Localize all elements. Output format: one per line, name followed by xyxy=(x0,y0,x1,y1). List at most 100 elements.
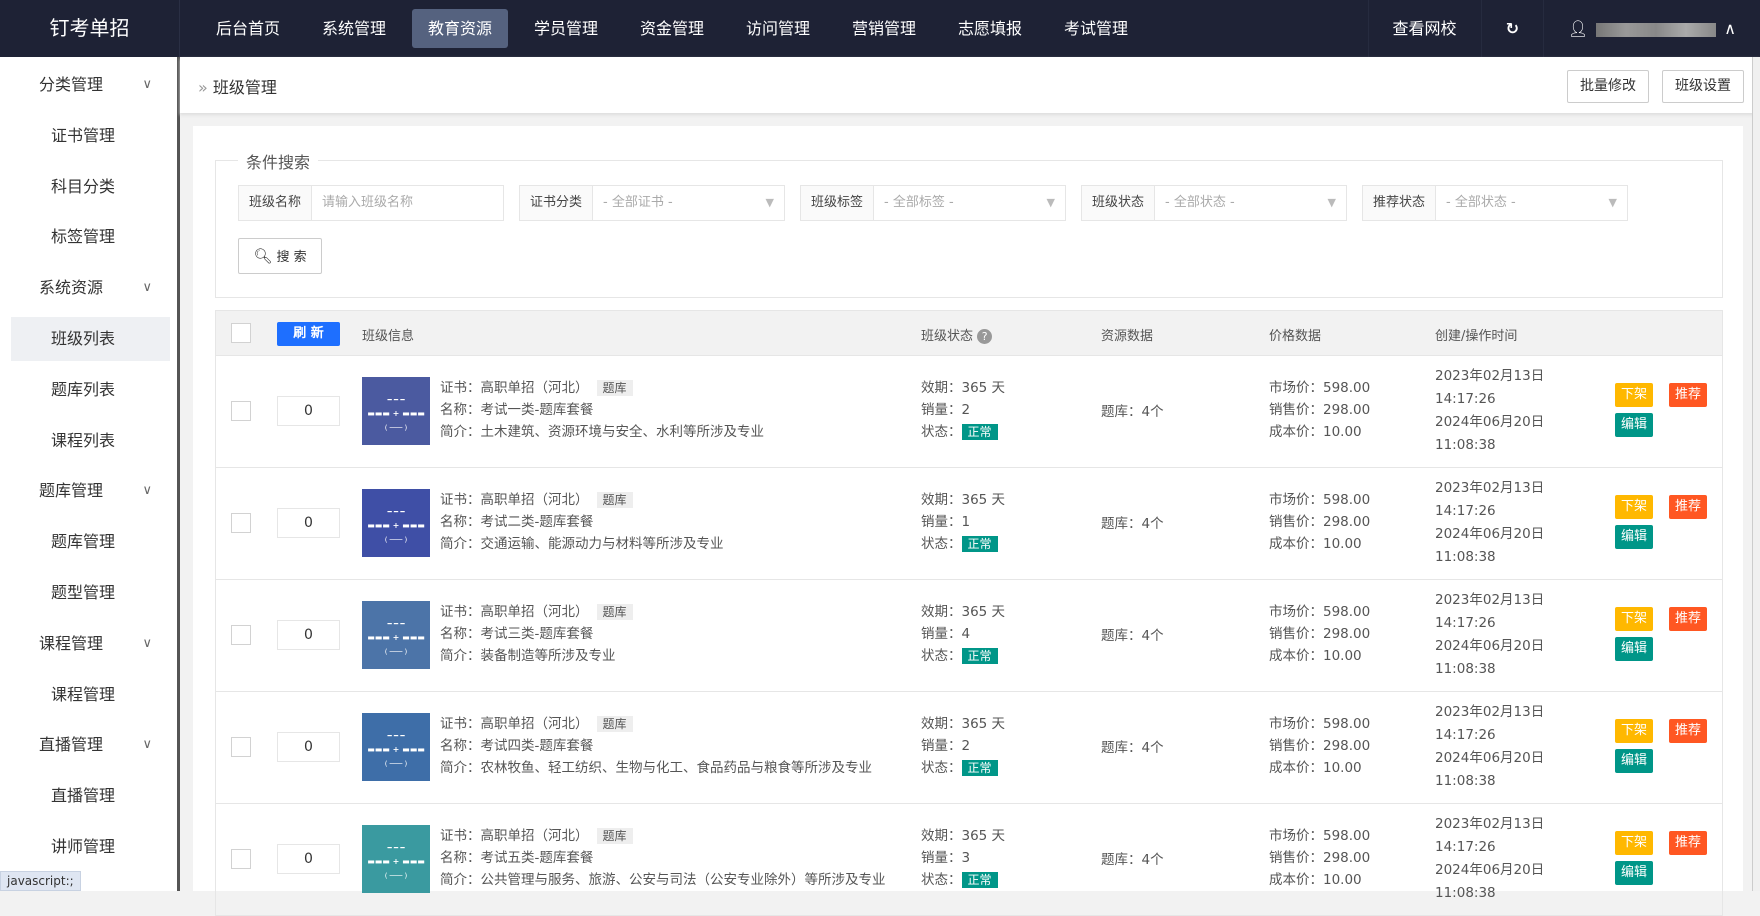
user-menu[interactable]: 👤︎ ∧ xyxy=(1542,0,1760,57)
class-table: 刷 新 班级信息 班级状态 ? 资源数据 价格数据 创建/操作时间 0 ━ ━ … xyxy=(215,310,1723,916)
sidebar-item[interactable]: 科目分类 xyxy=(11,165,170,209)
select-value[interactable]: - 全部状态 - xyxy=(1155,186,1346,220)
sidebar-item[interactable]: 系统资源 ∨ xyxy=(11,266,170,310)
class-intro: 简介：公共管理与服务、旅游、公安与司法（公安专业除外）等所涉及专业 xyxy=(440,872,886,888)
class-name: 名称：考试五类-题库套餐 xyxy=(440,850,594,866)
edit-button[interactable]: 编辑 xyxy=(1615,749,1653,773)
edit-button[interactable]: 编辑 xyxy=(1615,413,1653,437)
content-card: 条件搜索 班级名称 请输入班级名称 证书分类 - 全部证书 - ▼ 班级标签 - 全部标签 … xyxy=(193,126,1743,916)
sort-input[interactable]: 0 xyxy=(277,508,340,538)
resource-count: 题库：4个 xyxy=(1101,516,1164,532)
filter-select[interactable]: 班级标签 - 全部标签 - ▼ xyxy=(800,185,1066,221)
refresh-icon[interactable]: ↻ xyxy=(1480,0,1543,57)
validity: 效期：365 天 xyxy=(921,716,1006,732)
sidebar-item[interactable]: 课程管理 xyxy=(11,673,170,717)
row-checkbox[interactable] xyxy=(231,625,251,645)
row-checkbox[interactable] xyxy=(231,737,251,757)
offshelf-button[interactable]: 下架 xyxy=(1615,607,1653,631)
batch-edit-button[interactable]: 批量修改 xyxy=(1567,70,1649,103)
sidebar-item[interactable]: 分类管理 ∨ xyxy=(11,63,170,107)
sort-input[interactable]: 0 xyxy=(277,732,340,762)
dropdown-arrow-icon: ▼ xyxy=(1046,196,1055,209)
search-button[interactable]: 🔍︎ 搜 索 xyxy=(238,238,322,274)
sidebar-item[interactable]: 题库列表 xyxy=(11,368,170,412)
sidebar-item[interactable]: 直播管理 xyxy=(11,774,170,818)
sales: 销量：3 xyxy=(921,850,971,866)
updated-time: 11:08:38 xyxy=(1435,661,1496,677)
sidebar-item[interactable]: 题库管理 ∨ xyxy=(11,469,170,513)
updated-time: 11:08:38 xyxy=(1435,885,1496,901)
sort-input[interactable]: 0 xyxy=(277,620,340,650)
offshelf-button[interactable]: 下架 xyxy=(1615,831,1653,855)
edit-button[interactable]: 编辑 xyxy=(1615,861,1653,885)
created-time: 14:17:26 xyxy=(1435,503,1496,519)
offshelf-button[interactable]: 下架 xyxy=(1615,719,1653,743)
logo[interactable]: 钉考单招 xyxy=(0,0,180,57)
nav-item[interactable]: 学员管理 xyxy=(518,9,614,48)
nav-item[interactable]: 志愿填报 xyxy=(942,9,1038,48)
select-value[interactable]: - 全部状态 - xyxy=(1436,186,1627,220)
cost-price: 成本价：10.00 xyxy=(1269,536,1362,552)
validity: 效期：365 天 xyxy=(921,828,1006,844)
row-checkbox[interactable] xyxy=(231,513,251,533)
page-scrollbar[interactable] xyxy=(1752,57,1760,891)
nav-item[interactable]: 后台首页 xyxy=(200,9,296,48)
sidebar-item[interactable]: 课程管理 ∨ xyxy=(11,622,170,666)
sidebar-item[interactable]: 题库管理 xyxy=(11,520,170,564)
header-resource: 资源数据 xyxy=(1101,329,1154,344)
refresh-button[interactable]: 刷 新 xyxy=(277,322,340,346)
search-panel: 条件搜索 班级名称 请输入班级名称 证书分类 - 全部证书 - ▼ 班级标签 - 全部标签 … xyxy=(215,149,1723,298)
filter-select[interactable]: 推荐状态 - 全部状态 - ▼ xyxy=(1362,185,1628,221)
recommend-button[interactable]: 推荐 xyxy=(1669,495,1707,519)
nav-item[interactable]: 访问管理 xyxy=(730,9,826,48)
nav-item[interactable]: 系统管理 xyxy=(306,9,402,48)
type-tag: 题库 xyxy=(596,828,633,844)
nav-item[interactable]: 营销管理 xyxy=(836,9,932,48)
created-time: 14:17:26 xyxy=(1435,727,1496,743)
sidebar-item[interactable]: 班级列表 xyxy=(11,317,170,361)
nav-item[interactable]: 资金管理 xyxy=(624,9,720,48)
row-checkbox[interactable] xyxy=(231,401,251,421)
class-settings-button[interactable]: 班级设置 xyxy=(1662,70,1744,103)
offshelf-button[interactable]: 下架 xyxy=(1615,383,1653,407)
recommend-button[interactable]: 推荐 xyxy=(1669,607,1707,631)
chevron-down-icon: ∨ xyxy=(142,280,152,296)
filter-select[interactable]: 班级状态 - 全部状态 - ▼ xyxy=(1081,185,1347,221)
filter-select[interactable]: 证书分类 - 全部证书 - ▼ xyxy=(519,185,785,221)
sidebar-item[interactable]: 证书管理 xyxy=(11,114,170,158)
table-row: 0 ━ ━ ━ ▬▬▬ + ▬▬▬( ─── ) 证书：高职单招（河北） 题库 名称：… xyxy=(215,692,1723,804)
created-date: 2023年02月13日 xyxy=(1435,368,1545,384)
select-value[interactable]: - 全部标签 - xyxy=(874,186,1065,220)
updated-date: 2024年06月20日 xyxy=(1435,414,1545,430)
edit-button[interactable]: 编辑 xyxy=(1615,525,1653,549)
select-all-checkbox[interactable] xyxy=(231,323,251,343)
view-site-link[interactable]: 查看网校 xyxy=(1367,0,1481,57)
nav-item[interactable]: 考试管理 xyxy=(1048,9,1144,48)
main-nav: 后台首页 系统管理 教育资源 学员管理 资金管理 访问管理 营销管理 志愿填报 考试管理 xyxy=(200,9,1154,48)
row-checkbox[interactable] xyxy=(231,849,251,869)
header-status: 班级状态 xyxy=(921,329,974,344)
dropdown-arrow-icon: ▼ xyxy=(1608,196,1617,209)
sidebar-item[interactable]: 题型管理 xyxy=(11,571,170,615)
sidebar-item[interactable]: 标签管理 xyxy=(11,215,170,259)
class-name-input[interactable]: 班级名称 请输入班级名称 xyxy=(238,185,504,221)
recommend-button[interactable]: 推荐 xyxy=(1669,383,1707,407)
type-tag: 题库 xyxy=(596,604,633,620)
sort-input[interactable]: 0 xyxy=(277,844,340,874)
select-value[interactable]: - 全部证书 - xyxy=(593,186,784,220)
class-name: 名称：考试二类-题库套餐 xyxy=(440,514,594,530)
sidebar: 分类管理 ∨ 证书管理 科目分类 标签管理 系统资源 ∨ 班级列表 题库列表 课程列表 题库管理 ∨ 题… xyxy=(0,57,180,891)
recommend-button[interactable]: 推荐 xyxy=(1669,831,1707,855)
help-icon[interactable]: ? xyxy=(977,329,993,344)
class-intro: 简介：土木建筑、资源环境与安全、水利等所涉及专业 xyxy=(440,424,764,440)
placeholder[interactable]: 请输入班级名称 xyxy=(312,186,503,220)
sort-input[interactable]: 0 xyxy=(277,396,340,426)
recommend-button[interactable]: 推荐 xyxy=(1669,719,1707,743)
sidebar-item[interactable]: 课程列表 xyxy=(11,419,170,463)
double-chevron-icon: » xyxy=(198,78,213,97)
edit-button[interactable]: 编辑 xyxy=(1615,637,1653,661)
offshelf-button[interactable]: 下架 xyxy=(1615,495,1653,519)
sidebar-item[interactable]: 讲师管理 xyxy=(11,825,170,869)
sidebar-item[interactable]: 直播管理 ∨ xyxy=(11,723,170,767)
nav-item[interactable]: 教育资源 xyxy=(412,9,508,48)
